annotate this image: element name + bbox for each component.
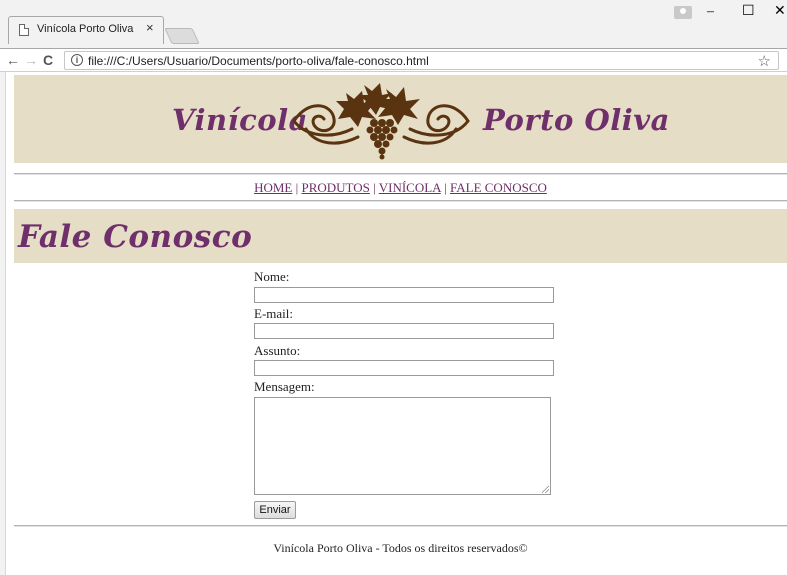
mensagem-textarea[interactable] — [254, 397, 551, 495]
divider — [14, 173, 787, 175]
email-label: E-mail: — [254, 306, 293, 321]
page-icon — [19, 24, 29, 36]
address-bar[interactable]: i file:///C:/Users/Usuario/Documents/por… — [64, 51, 779, 70]
maximize-icon[interactable]: ☐ — [742, 5, 755, 19]
arrow-left-icon[interactable]: ← — [6, 52, 20, 68]
minimize-icon[interactable]: – — [707, 5, 714, 19]
header-banner: Vinícola Porto Oliva — [14, 75, 787, 163]
profile-icon[interactable] — [674, 6, 692, 19]
nome-label: Nome: — [254, 269, 290, 284]
url-text[interactable]: file:///C:/Users/Usuario/Documents/porto… — [88, 54, 429, 68]
main-nav: HOME | PRODUTOS | VINÍCOLA | FALE CONOSC… — [14, 180, 787, 196]
assunto-label: Assunto: — [254, 343, 301, 358]
nav-link-fale-conosco[interactable]: FALE CONOSCO — [450, 180, 547, 195]
nav-link-produtos[interactable]: PRODUTOS — [301, 180, 369, 195]
browser-toolbar: ← → C i file:///C:/Users/Usuario/Documen… — [0, 48, 787, 72]
nav-separator: | — [373, 180, 376, 195]
browser-tab[interactable]: Vinícola Porto Oliva × — [8, 16, 164, 44]
section-header: Fale Conosco — [14, 209, 787, 263]
email-field[interactable] — [254, 323, 554, 339]
nome-field[interactable] — [254, 287, 554, 303]
assunto-field[interactable] — [254, 360, 554, 376]
page-content: Vinícola Porto Oliva HOME | PRODUTOS | V… — [6, 72, 787, 575]
divider — [14, 525, 787, 527]
nav-separator: | — [444, 180, 447, 195]
mensagem-label: Mensagem: — [254, 379, 315, 394]
tab-close-icon[interactable]: × — [146, 21, 154, 35]
star-icon[interactable]: ☆ — [758, 52, 771, 70]
grape-vine-logo — [292, 83, 470, 160]
divider — [14, 200, 787, 202]
footer-text: Vinícola Porto Oliva - Todos os direitos… — [273, 541, 528, 555]
tab-title: Vinícola Porto Oliva — [37, 23, 134, 35]
reload-icon[interactable]: C — [43, 52, 53, 68]
arrow-right-icon[interactable]: → — [24, 52, 38, 68]
nav-separator: | — [295, 180, 299, 195]
brand-name-right: Porto Oliva — [483, 103, 670, 137]
close-icon[interactable]: ✕ — [774, 5, 786, 19]
page-title: Fale Conosco — [18, 219, 253, 255]
enviar-button[interactable]: Enviar — [254, 501, 296, 519]
nav-link-vinicola[interactable]: VINÍCOLA — [379, 180, 441, 195]
info-icon[interactable]: i — [71, 54, 83, 66]
resize-grip-icon[interactable] — [542, 486, 549, 493]
nav-link-home[interactable]: HOME — [254, 180, 292, 195]
